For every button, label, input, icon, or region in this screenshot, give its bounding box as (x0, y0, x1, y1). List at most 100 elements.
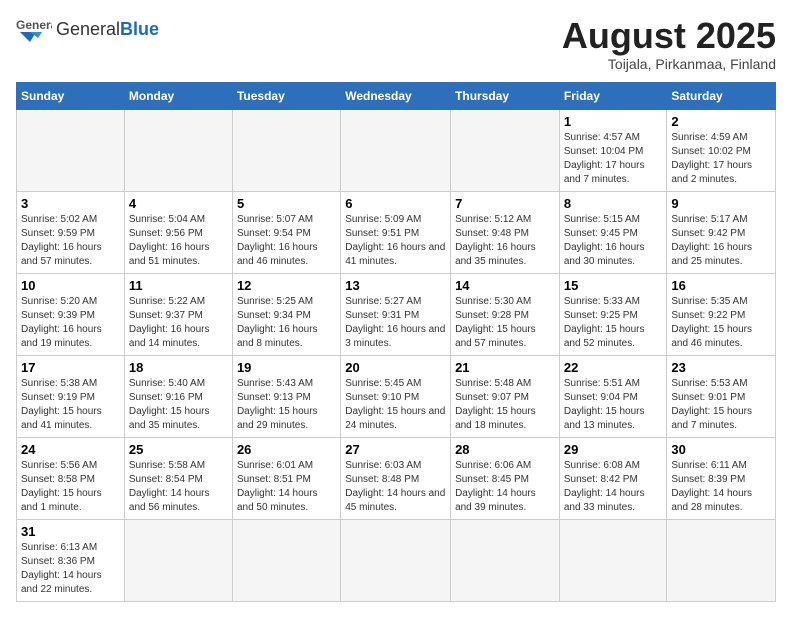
title-section: August 2025 Toijala, Pirkanmaa, Finland (562, 16, 776, 72)
weekday-header-row: SundayMondayTuesdayWednesdayThursdayFrid… (17, 82, 776, 109)
weekday-header-thursday: Thursday (451, 82, 560, 109)
calendar-cell: 16 Sunrise: 5:35 AM Sunset: 9:22 PM Dayli… (667, 273, 776, 355)
day-info: Sunrise: 5:58 AM Sunset: 8:54 PM Dayligh… (129, 459, 228, 515)
calendar-cell: 19 Sunrise: 5:43 AM Sunset: 9:13 PM Dayli… (232, 355, 340, 437)
calendar-cell: 5Sunrise: 5:07 AM Sunset: 9:54 PM Daylig… (232, 191, 340, 273)
day-info: Sunrise: 6:11 AM Sunset: 8:39 PM Dayligh… (671, 459, 771, 515)
day-number: 28 (455, 442, 555, 457)
day-info: Sunrise: 5:35 AM Sunset: 9:22 PM Dayligh… (671, 295, 771, 351)
calendar-cell: 14Sunrise: 5:30 AM Sunset: 9:28 PM Dayli… (451, 273, 560, 355)
day-number: 7 (455, 196, 555, 211)
calendar-week-1: 1 Sunrise: 4:57 AM Sunset: 10:04 PM Dayli… (17, 109, 776, 191)
calendar-cell (667, 519, 776, 601)
day-info: Sunrise: 5:17 AM Sunset: 9:42 PM Dayligh… (671, 213, 771, 269)
day-info: Sunrise: 5:15 AM Sunset: 9:45 PM Dayligh… (564, 213, 663, 269)
weekday-header-saturday: Saturday (667, 82, 776, 109)
weekday-header-sunday: Sunday (17, 82, 125, 109)
day-info: Sunrise: 5:22 AM Sunset: 9:37 PM Dayligh… (129, 295, 228, 351)
day-number: 26 (237, 442, 336, 457)
calendar-cell (124, 109, 232, 191)
weekday-header-tuesday: Tuesday (232, 82, 340, 109)
day-info: Sunrise: 5:53 AM Sunset: 9:01 PM Dayligh… (671, 377, 771, 433)
calendar-week-6: 31Sunrise: 6:13 AM Sunset: 8:36 PM Dayli… (17, 519, 776, 601)
day-info: Sunrise: 6:06 AM Sunset: 8:45 PM Dayligh… (455, 459, 555, 515)
page-header: General GeneralBlue August 2025 Toijala,… (16, 16, 776, 72)
calendar-cell (451, 109, 560, 191)
calendar-cell: 8 Sunrise: 5:15 AM Sunset: 9:45 PM Daylig… (559, 191, 667, 273)
calendar-week-5: 24Sunrise: 5:56 AM Sunset: 8:58 PM Dayli… (17, 437, 776, 519)
day-info: Sunrise: 5:02 AM Sunset: 9:59 PM Dayligh… (21, 213, 120, 269)
day-info: Sunrise: 5:20 AM Sunset: 9:39 PM Dayligh… (21, 295, 120, 351)
day-number: 21 (455, 360, 555, 375)
day-info: Sunrise: 6:03 AM Sunset: 8:48 PM Dayligh… (345, 459, 446, 515)
day-info: Sunrise: 5:27 AM Sunset: 9:31 PM Dayligh… (345, 295, 446, 351)
day-info: Sunrise: 4:57 AM Sunset: 10:04 PM Daylig… (564, 131, 663, 187)
weekday-header-wednesday: Wednesday (341, 82, 451, 109)
day-number: 25 (129, 442, 228, 457)
day-info: Sunrise: 5:12 AM Sunset: 9:48 PM Dayligh… (455, 213, 555, 269)
calendar-cell: 13 Sunrise: 5:27 AM Sunset: 9:31 PM Dayli… (341, 273, 451, 355)
calendar-cell: 23Sunrise: 5:53 AM Sunset: 9:01 PM Dayli… (667, 355, 776, 437)
day-number: 3 (21, 196, 120, 211)
calendar-cell: 25 Sunrise: 5:58 AM Sunset: 8:54 PM Dayli… (124, 437, 232, 519)
day-number: 6 (345, 196, 446, 211)
svg-text:General: General (16, 18, 52, 32)
weekday-header-monday: Monday (124, 82, 232, 109)
calendar-cell (341, 519, 451, 601)
day-info: Sunrise: 4:59 AM Sunset: 10:02 PM Daylig… (671, 131, 771, 187)
logo: General GeneralBlue (16, 16, 159, 44)
day-info: Sunrise: 5:51 AM Sunset: 9:04 PM Dayligh… (564, 377, 663, 433)
calendar-cell: 28 Sunrise: 6:06 AM Sunset: 8:45 PM Dayli… (451, 437, 560, 519)
day-info: Sunrise: 5:07 AM Sunset: 9:54 PM Dayligh… (237, 213, 336, 269)
day-number: 30 (671, 442, 771, 457)
day-number: 16 (671, 278, 771, 293)
day-info: Sunrise: 5:09 AM Sunset: 9:51 PM Dayligh… (345, 213, 446, 269)
calendar-cell: 6 Sunrise: 5:09 AM Sunset: 9:51 PM Daylig… (341, 191, 451, 273)
month-title: August 2025 (562, 16, 776, 56)
day-number: 17 (21, 360, 120, 375)
weekday-header-friday: Friday (559, 82, 667, 109)
day-number: 18 (129, 360, 228, 375)
generalblue-logo-icon: General (16, 16, 52, 44)
calendar-cell (559, 519, 667, 601)
calendar-cell: 9Sunrise: 5:17 AM Sunset: 9:42 PM Daylig… (667, 191, 776, 273)
calendar-cell (232, 519, 340, 601)
calendar-cell: 27 Sunrise: 6:03 AM Sunset: 8:48 PM Dayli… (341, 437, 451, 519)
calendar-cell (341, 109, 451, 191)
day-number: 31 (21, 524, 120, 539)
calendar-cell: 15Sunrise: 5:33 AM Sunset: 9:25 PM Dayli… (559, 273, 667, 355)
day-number: 19 (237, 360, 336, 375)
calendar-cell: 24Sunrise: 5:56 AM Sunset: 8:58 PM Dayli… (17, 437, 125, 519)
logo-text: GeneralBlue (56, 20, 159, 40)
calendar-cell: 2 Sunrise: 4:59 AM Sunset: 10:02 PM Dayli… (667, 109, 776, 191)
calendar-week-3: 10Sunrise: 5:20 AM Sunset: 9:39 PM Dayli… (17, 273, 776, 355)
calendar-cell: 3 Sunrise: 5:02 AM Sunset: 9:59 PM Daylig… (17, 191, 125, 273)
day-number: 8 (564, 196, 663, 211)
day-info: Sunrise: 5:48 AM Sunset: 9:07 PM Dayligh… (455, 377, 555, 433)
calendar-table: SundayMondayTuesdayWednesdayThursdayFrid… (16, 82, 776, 602)
day-info: Sunrise: 5:40 AM Sunset: 9:16 PM Dayligh… (129, 377, 228, 433)
calendar-cell: 21 Sunrise: 5:48 AM Sunset: 9:07 PM Dayli… (451, 355, 560, 437)
day-number: 12 (237, 278, 336, 293)
day-number: 2 (671, 114, 771, 129)
calendar-cell: 18 Sunrise: 5:40 AM Sunset: 9:16 PM Dayli… (124, 355, 232, 437)
calendar-cell: 29Sunrise: 6:08 AM Sunset: 8:42 PM Dayli… (559, 437, 667, 519)
day-number: 1 (564, 114, 663, 129)
calendar-cell (124, 519, 232, 601)
calendar-cell (17, 109, 125, 191)
day-info: Sunrise: 5:43 AM Sunset: 9:13 PM Dayligh… (237, 377, 336, 433)
calendar-cell: 11Sunrise: 5:22 AM Sunset: 9:37 PM Dayli… (124, 273, 232, 355)
calendar-cell: 4Sunrise: 5:04 AM Sunset: 9:56 PM Daylig… (124, 191, 232, 273)
day-info: Sunrise: 6:01 AM Sunset: 8:51 PM Dayligh… (237, 459, 336, 515)
day-number: 20 (345, 360, 446, 375)
day-number: 13 (345, 278, 446, 293)
day-info: Sunrise: 5:30 AM Sunset: 9:28 PM Dayligh… (455, 295, 555, 351)
day-info: Sunrise: 6:08 AM Sunset: 8:42 PM Dayligh… (564, 459, 663, 515)
calendar-cell: 12Sunrise: 5:25 AM Sunset: 9:34 PM Dayli… (232, 273, 340, 355)
calendar-cell: 30 Sunrise: 6:11 AM Sunset: 8:39 PM Dayli… (667, 437, 776, 519)
day-info: Sunrise: 5:38 AM Sunset: 9:19 PM Dayligh… (21, 377, 120, 433)
calendar-week-2: 3 Sunrise: 5:02 AM Sunset: 9:59 PM Daylig… (17, 191, 776, 273)
calendar-week-4: 17 Sunrise: 5:38 AM Sunset: 9:19 PM Dayli… (17, 355, 776, 437)
calendar-cell: 31Sunrise: 6:13 AM Sunset: 8:36 PM Dayli… (17, 519, 125, 601)
day-number: 27 (345, 442, 446, 457)
